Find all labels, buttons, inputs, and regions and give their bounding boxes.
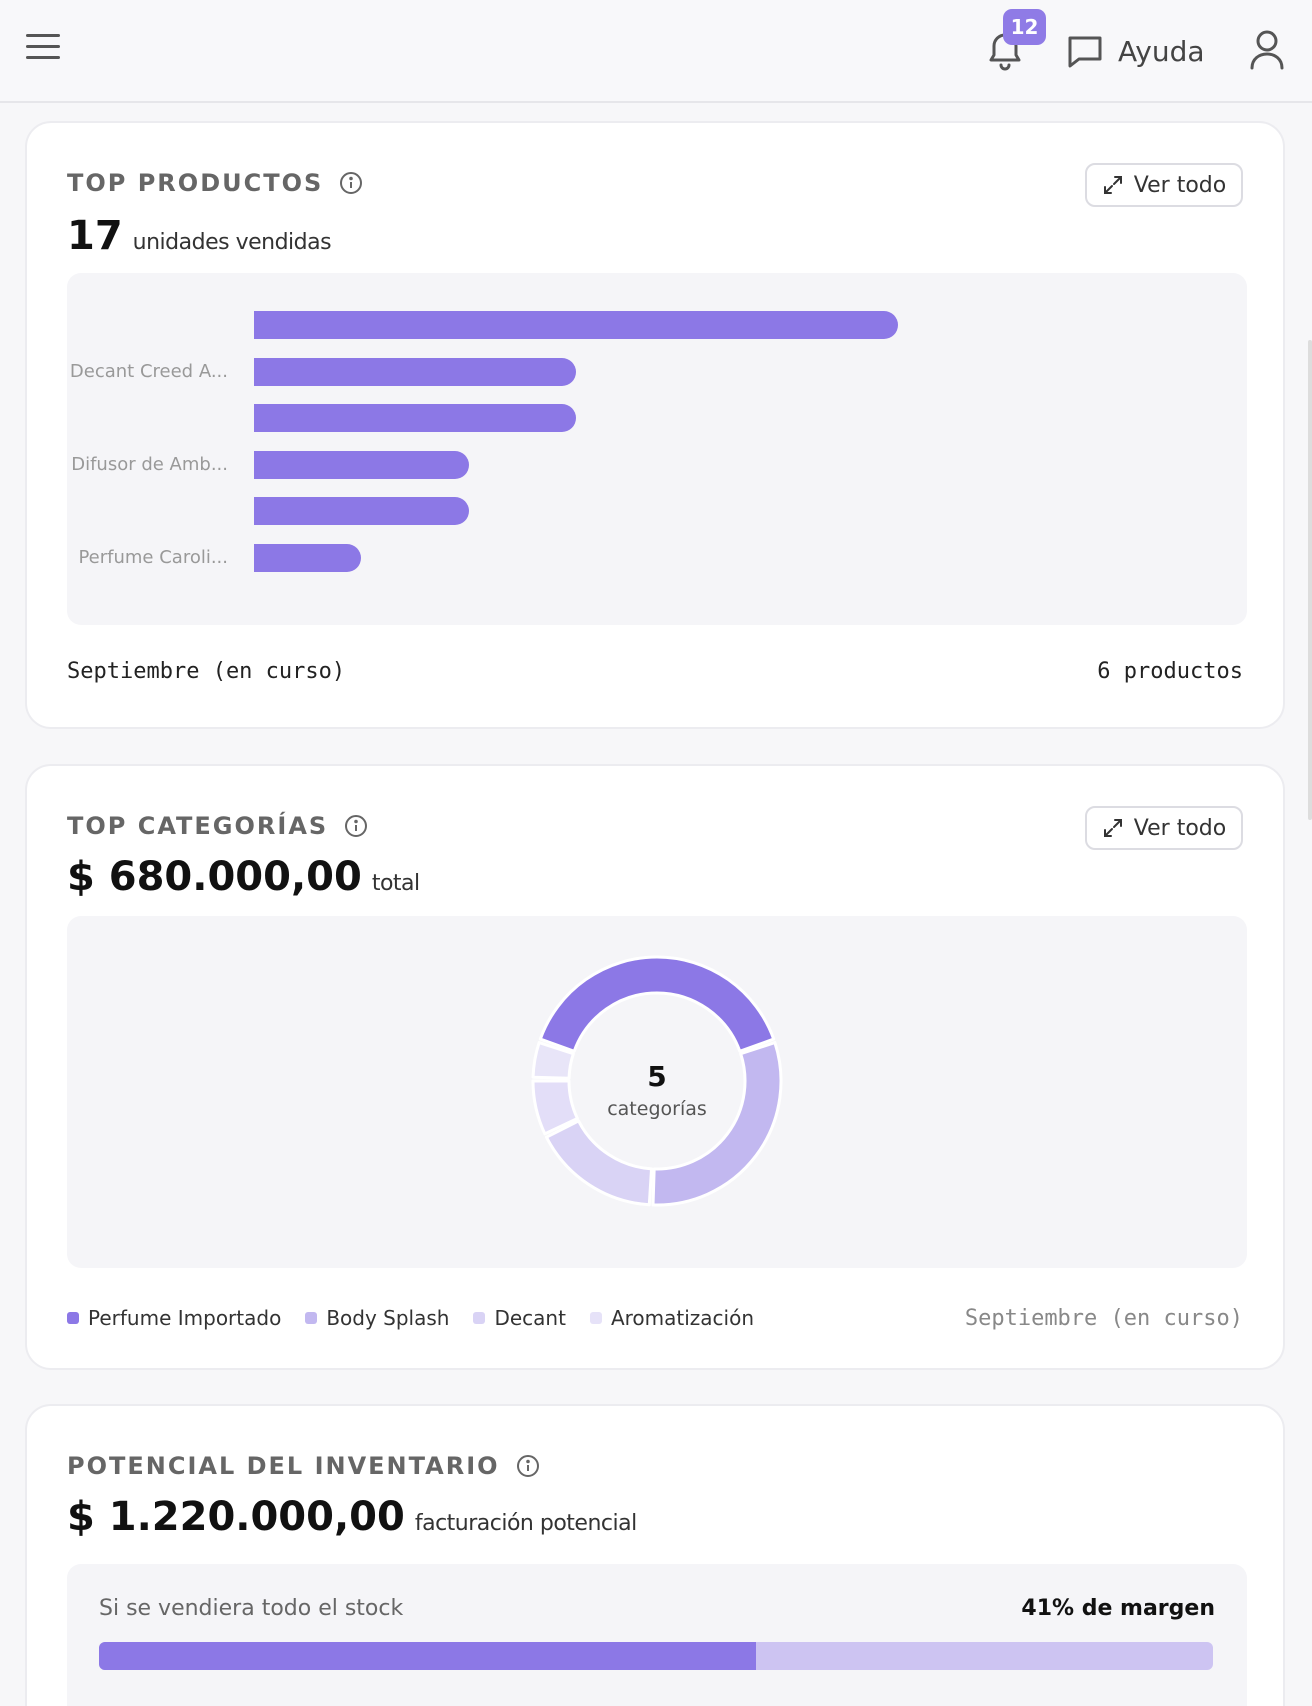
margin-label: 41% de margen	[1021, 1596, 1215, 1621]
legend-swatch	[67, 1312, 79, 1324]
units-sold-value: 17	[67, 213, 123, 259]
user-icon[interactable]	[1248, 28, 1286, 72]
donut-center-label: categorías	[607, 1098, 707, 1120]
card-title: TOP CATEGORÍAS	[67, 812, 329, 840]
potential-value: $ 1.220.000,00	[67, 1494, 405, 1540]
legend-item[interactable]: Body Splash	[305, 1306, 449, 1330]
info-icon[interactable]	[516, 1454, 540, 1478]
bar[interactable]	[254, 311, 898, 339]
expand-icon	[1103, 819, 1122, 837]
bar[interactable]	[254, 450, 469, 479]
top-products-card: TOP PRODUCTOS Ver todo 17 unidades vendi…	[25, 121, 1285, 729]
help-button[interactable]: Ayuda	[1066, 26, 1205, 76]
card-title: TOP PRODUCTOS	[67, 169, 324, 197]
donut-chart: 5 categorías	[67, 916, 1247, 1268]
products-count: 6 productos	[1097, 659, 1243, 684]
legend-label: Perfume Importado	[88, 1306, 282, 1330]
view-all-button[interactable]: Ver todo	[1085, 806, 1243, 850]
legend-item[interactable]: Decant	[473, 1306, 566, 1330]
period-label: Septiembre (en curso)	[67, 659, 346, 684]
total-label: total	[371, 871, 420, 896]
legend-swatch	[589, 1312, 602, 1324]
top-bar: 12 Ayuda	[0, 0, 1312, 103]
card-title: POTENCIAL DEL INVENTARIO	[67, 1452, 500, 1480]
donut-slice[interactable]	[544, 1119, 654, 1207]
notification-badge: 12	[1003, 9, 1046, 45]
total-value: $ 680.000,00	[67, 854, 362, 900]
chart-legend: Perfume Importado Body Splash Decant Aromat…	[67, 1306, 754, 1330]
legend-swatch	[305, 1312, 318, 1324]
margin-progress-bar	[99, 1642, 1213, 1670]
expand-icon	[1103, 176, 1122, 194]
legend-item[interactable]: Perfume Importado	[67, 1306, 281, 1330]
legend-label: Body Splash	[326, 1306, 450, 1330]
stock-label: Si se vendiera todo el stock	[99, 1596, 404, 1621]
info-icon[interactable]	[344, 814, 368, 838]
potential-label: facturación potencial	[414, 1511, 637, 1536]
units-sold-label: unidades vendidas	[132, 230, 332, 255]
view-all-label: Ver todo	[1133, 815, 1227, 841]
view-all-label: Ver todo	[1133, 172, 1227, 198]
donut-slice[interactable]	[538, 955, 776, 1053]
bar-label: Difusor de Amb...	[71, 453, 228, 475]
bar-chart: Decant Creed A... Difusor de Amb... Perfum…	[67, 273, 1247, 625]
legend-item[interactable]: Aromatización	[589, 1306, 755, 1330]
bar[interactable]	[254, 357, 576, 386]
bar[interactable]	[254, 544, 362, 572]
margin-panel: Si se vendiera todo el stock 41% de marg…	[67, 1564, 1247, 1706]
bar-label: Perfume Caroli...	[78, 547, 228, 568]
bar[interactable]	[254, 404, 576, 433]
inventory-potential-card: POTENCIAL DEL INVENTARIO $ 1.220.000,00 …	[25, 1404, 1285, 1706]
top-categories-card: TOP CATEGORÍAS Ver todo $ 680.000,00 tot…	[25, 764, 1285, 1370]
hamburger-icon[interactable]	[26, 34, 60, 64]
legend-swatch	[473, 1312, 486, 1324]
donut-center-value: 5	[647, 1060, 667, 1093]
legend-label: Aromatización	[610, 1306, 755, 1330]
bar[interactable]	[254, 497, 469, 526]
scrollbar[interactable]	[1308, 340, 1312, 820]
period-label: Septiembre (en curso)	[964, 1306, 1243, 1331]
chat-icon	[1068, 36, 1102, 68]
bar-label: Decant Creed A...	[69, 360, 228, 382]
help-label: Ayuda	[1118, 34, 1205, 68]
margin-progress-fill	[99, 1642, 757, 1670]
view-all-button[interactable]: Ver todo	[1085, 163, 1243, 207]
info-icon[interactable]	[339, 171, 363, 195]
legend-label: Decant	[494, 1306, 566, 1330]
